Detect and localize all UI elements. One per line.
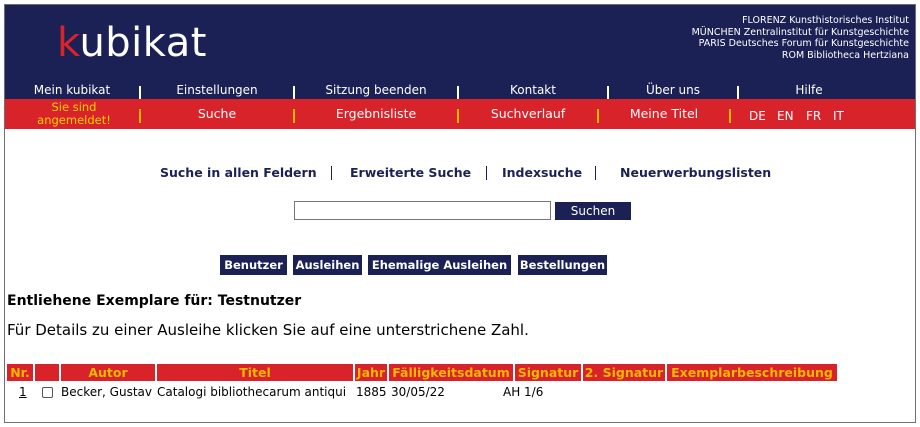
tab-bestellungen[interactable]: Bestellungen <box>518 255 607 275</box>
search-button[interactable]: Suchen <box>555 202 631 220</box>
login-status-line1: Sie sind <box>51 100 97 114</box>
loans-info-text: Für Details zu einer Ausleihe klicken Si… <box>7 321 529 339</box>
sub-navigation: Sie sind angemeldet! Suche Ergebnisliste… <box>5 99 915 129</box>
row-signature: AH 1/6 <box>503 385 544 399</box>
institute-florenz: FLORENZ Kunsthistorisches Institut <box>742 15 909 26</box>
subnav-ergebnisliste[interactable]: Ergebnisliste <box>295 99 457 129</box>
page-frame: kubikat FLORENZ Kunsthistorisches Instit… <box>4 4 916 423</box>
link-neuerwerbungslisten[interactable]: Neuerwerbungslisten <box>620 165 771 180</box>
subnav-suchverlauf[interactable]: Suchverlauf <box>459 99 597 129</box>
col-faelligkeitsdatum: Fälligkeitsdatum <box>389 364 513 381</box>
tab-ehemalige-ausleihen[interactable]: Ehemalige Ausleihen <box>368 255 511 275</box>
col-nr: Nr. <box>7 364 33 381</box>
institute-rom: ROM Bibliotheca Hertziana <box>781 49 909 61</box>
search-link-separator <box>331 166 332 180</box>
top-navigation: Mein kubikat Einstellungen Sitzung beend… <box>5 81 915 99</box>
login-status-line2: angemeldet! <box>37 112 111 127</box>
nav-hilfe[interactable]: Hilfe <box>739 81 879 99</box>
subnav-separator <box>729 109 731 123</box>
search-input[interactable] <box>294 201 551 220</box>
tab-ausleihen[interactable]: Ausleihen <box>293 255 362 275</box>
link-indexsuche[interactable]: Indexsuche <box>502 165 582 180</box>
logo-rest: ubikat <box>79 20 207 66</box>
row-number-link[interactable]: 1 <box>19 383 27 401</box>
logo-letter-k: k <box>57 20 80 66</box>
row-author: Becker, Gustav <box>61 385 152 399</box>
col-titel: Titel <box>157 364 353 381</box>
row-due-date: 30/05/22 <box>391 385 445 399</box>
login-status: Sie sind angemeldet! <box>19 101 129 126</box>
tab-benutzer[interactable]: Benutzer <box>220 255 287 275</box>
row-title: Catalogi bibliothecarum antiqui <box>157 385 347 399</box>
subnav-meine-titel[interactable]: Meine Titel <box>599 99 729 129</box>
loans-heading: Entliehene Exemplare für: Testnutzer <box>7 293 302 309</box>
lang-en[interactable]: EN <box>777 99 794 129</box>
col-autor: Autor <box>61 364 155 381</box>
col-2-signatur: 2. Signatur <box>583 364 665 381</box>
institute-list: FLORENZ Kunsthistorisches Institut MÜNCH… <box>692 15 909 61</box>
nav-kontakt[interactable]: Kontakt <box>459 81 607 99</box>
search-link-separator <box>595 166 596 180</box>
kubikat-logo[interactable]: kubikat <box>57 18 207 68</box>
search-link-separator <box>486 166 487 180</box>
lang-it[interactable]: IT <box>833 99 844 129</box>
link-suche-in-allen-feldern[interactable]: Suche in allen Feldern <box>160 165 317 180</box>
link-erweiterte-suche[interactable]: Erweiterte Suche <box>350 165 471 180</box>
nav-ueber-uns[interactable]: Über uns <box>609 81 737 99</box>
nav-einstellungen[interactable]: Einstellungen <box>141 81 293 99</box>
subnav-suche[interactable]: Suche <box>141 99 293 129</box>
site-header: kubikat FLORENZ Kunsthistorisches Instit… <box>5 5 915 81</box>
institute-paris: PARIS Deutsches Forum für Kunstgeschicht… <box>698 38 909 49</box>
institute-muenchen: MÜNCHEN Zentralinstitut für Kunstgeschic… <box>691 26 909 38</box>
table-row: 1 Becker, Gustav Catalogi bibliothecarum… <box>7 383 907 401</box>
row-checkbox[interactable] <box>42 387 53 398</box>
col-signatur: Signatur <box>515 364 581 381</box>
lang-de[interactable]: DE <box>749 99 766 129</box>
nav-sitzung-beenden[interactable]: Sitzung beenden <box>295 81 457 99</box>
nav-mein-kubikat[interactable]: Mein kubikat <box>5 81 139 99</box>
col-jahr: Jahr <box>355 364 387 381</box>
col-select <box>35 364 59 381</box>
col-exemplarbeschreibung: Exemplarbeschreibung <box>667 364 837 381</box>
row-year: 1885 <box>356 385 387 399</box>
lang-fr[interactable]: FR <box>806 99 821 129</box>
